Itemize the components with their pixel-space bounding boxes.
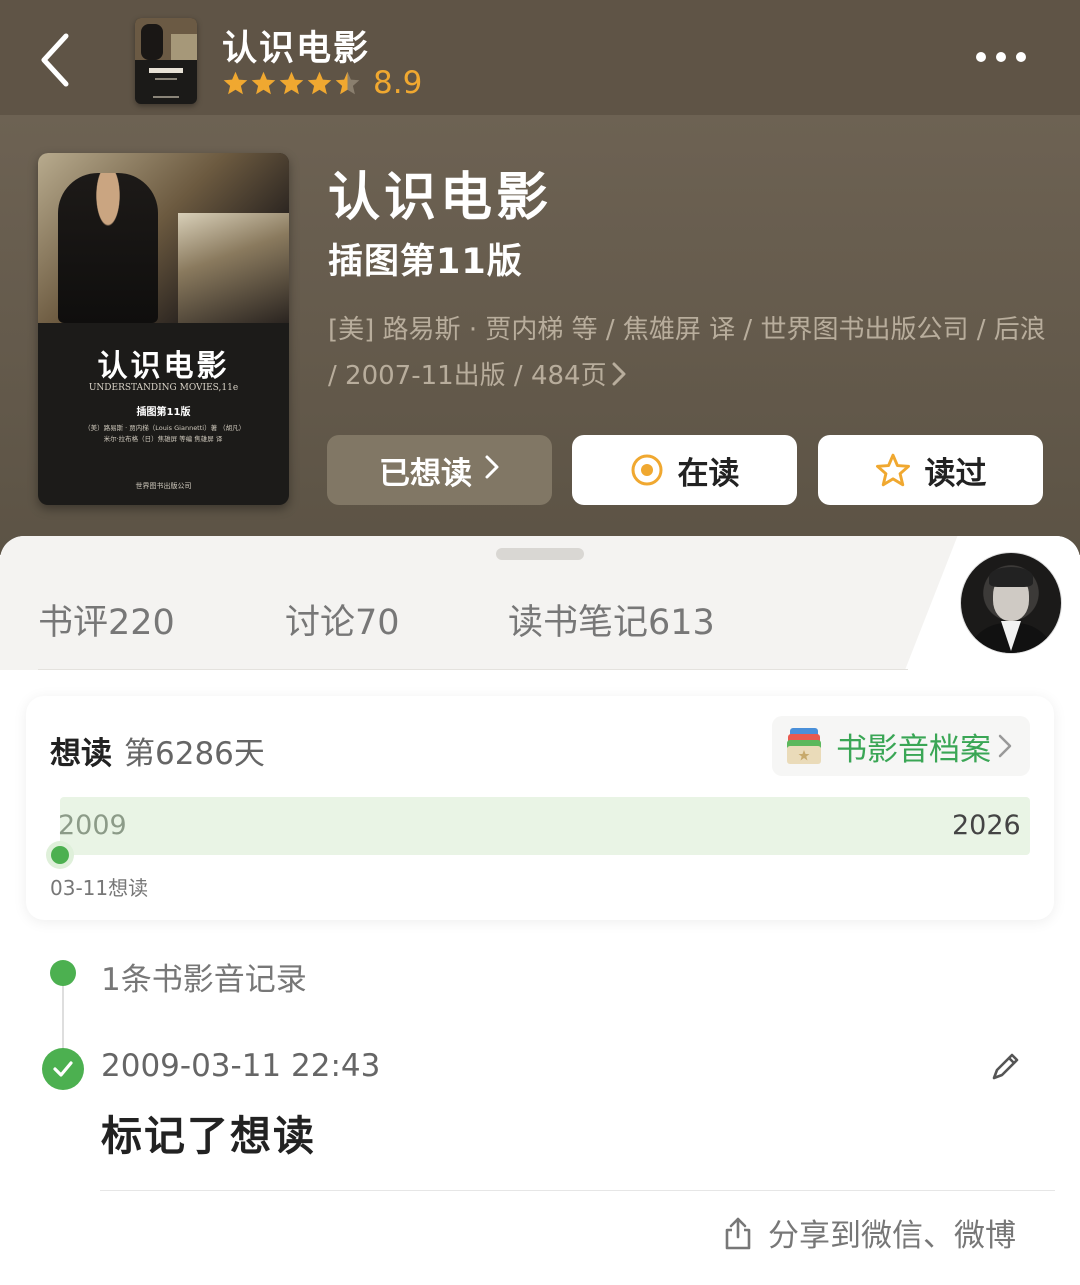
tab-reviews[interactable]: 书评220 [38, 594, 175, 645]
back-icon [41, 33, 69, 87]
star-icon [251, 71, 276, 95]
nav-title: 认识电影 [222, 29, 371, 69]
more-button[interactable] [976, 52, 1026, 62]
tab-discussions[interactable]: 讨论70 [285, 594, 400, 645]
cover-publisher: 世界图书出版公司 [135, 482, 192, 490]
cover-edition: 插图第11版 [136, 407, 191, 418]
want-label: 想读 [50, 736, 112, 772]
rating-score: 8.9 [373, 65, 423, 101]
want-read-card: 想读 第6286天 书影音档案 2009 2026 03-11想读 [26, 696, 1054, 920]
cover-figure-image [58, 173, 158, 323]
timeline-year-start: 2009 [58, 810, 127, 841]
tab-notes[interactable]: 读书笔记613 [508, 594, 715, 645]
book-meta-text: [美] 路易斯 · 贾内梯 等 / 焦雄屏 译 / 世界图书出版公司 / 后浪 … [328, 315, 1046, 391]
read-button[interactable]: 读过 [818, 435, 1043, 505]
reading-target-icon [630, 453, 664, 487]
cover-title-en: UNDERSTANDING MOVIES,11e [88, 383, 239, 393]
edit-record-button[interactable] [988, 1050, 1022, 1088]
wanted-button[interactable]: 已想读 [327, 435, 552, 505]
record-action: 标记了想读 [101, 1112, 316, 1160]
book-title: 认识电影 [328, 168, 553, 228]
cover-title: 认识电影 [97, 349, 230, 384]
check-icon [42, 1048, 84, 1090]
cover-authors: （美）路易斯 · 贾内梯（Louis Giannetti）著 （胡凡）米尔·拉布… [84, 424, 242, 443]
top-nav-bar: 认识电影 8.9 [0, 0, 1080, 115]
user-avatar[interactable] [960, 552, 1062, 654]
book-hero: 认识电影 UNDERSTANDING MOVIES,11e 插图第11版 （美）… [0, 115, 1080, 555]
timeline-marker-label: 03-11想读 [50, 876, 149, 900]
star-outline-icon [875, 453, 911, 487]
cover-piano-image [178, 213, 289, 323]
avatar-hair [989, 567, 1033, 587]
record-divider [100, 1190, 1055, 1191]
wanted-label: 已想读 [379, 455, 472, 492]
more-icon [976, 52, 986, 62]
archive-button[interactable]: 书影音档案 [772, 716, 1030, 776]
chevron-right-icon [997, 733, 1013, 759]
sheet-drag-handle[interactable] [496, 548, 584, 560]
share-label: 分享到微信、微博 [768, 1218, 1016, 1254]
record-time: 2009-03-11 22:43 [101, 1048, 381, 1084]
star-icon [335, 71, 360, 95]
record-count: 1条书影音记录 [101, 962, 307, 998]
tabs-divider [38, 669, 908, 670]
detail-sheet: 书评220 讨论70 读书笔记613 想读 第6286天 书影音档案 2009 … [0, 536, 1080, 1285]
edit-pencil-icon [992, 1053, 1019, 1080]
chevron-right-icon [611, 356, 627, 402]
star-icon [279, 71, 304, 95]
share-button[interactable]: 分享到微信、微博 [722, 1210, 1016, 1255]
star-icon [223, 71, 248, 95]
nav-rating: 8.9 [222, 65, 422, 101]
want-day-count: 第6286天 [124, 736, 265, 772]
more-icon-dot [1016, 52, 1026, 62]
chevron-right-icon [484, 452, 500, 488]
star-icon [307, 71, 332, 95]
timeline-bar [60, 797, 1030, 855]
archive-icon [784, 726, 824, 766]
back-button[interactable] [36, 30, 76, 90]
timeline-marker [46, 841, 74, 869]
book-cover[interactable]: 认识电影 UNDERSTANDING MOVIES,11e 插图第11版 （美）… [38, 153, 289, 505]
book-subtitle: 插图第11版 [328, 242, 523, 282]
timeline-year-end: 2026 [952, 810, 1021, 841]
reading-button[interactable]: 在读 [572, 435, 797, 505]
nav-book-cover-thumbnail[interactable] [135, 18, 197, 104]
rating-stars [222, 70, 361, 96]
record-timeline-dot [50, 960, 76, 986]
timeline-marker-dot [51, 846, 69, 864]
share-icon [722, 1215, 754, 1251]
reading-label: 在读 [677, 455, 740, 492]
more-icon-dot [996, 52, 1006, 62]
archive-label: 书影音档案 [836, 731, 991, 768]
read-label: 读过 [924, 455, 987, 492]
book-meta[interactable]: [美] 路易斯 · 贾内梯 等 / 焦雄屏 译 / 世界图书出版公司 / 后浪 … [328, 307, 1048, 402]
